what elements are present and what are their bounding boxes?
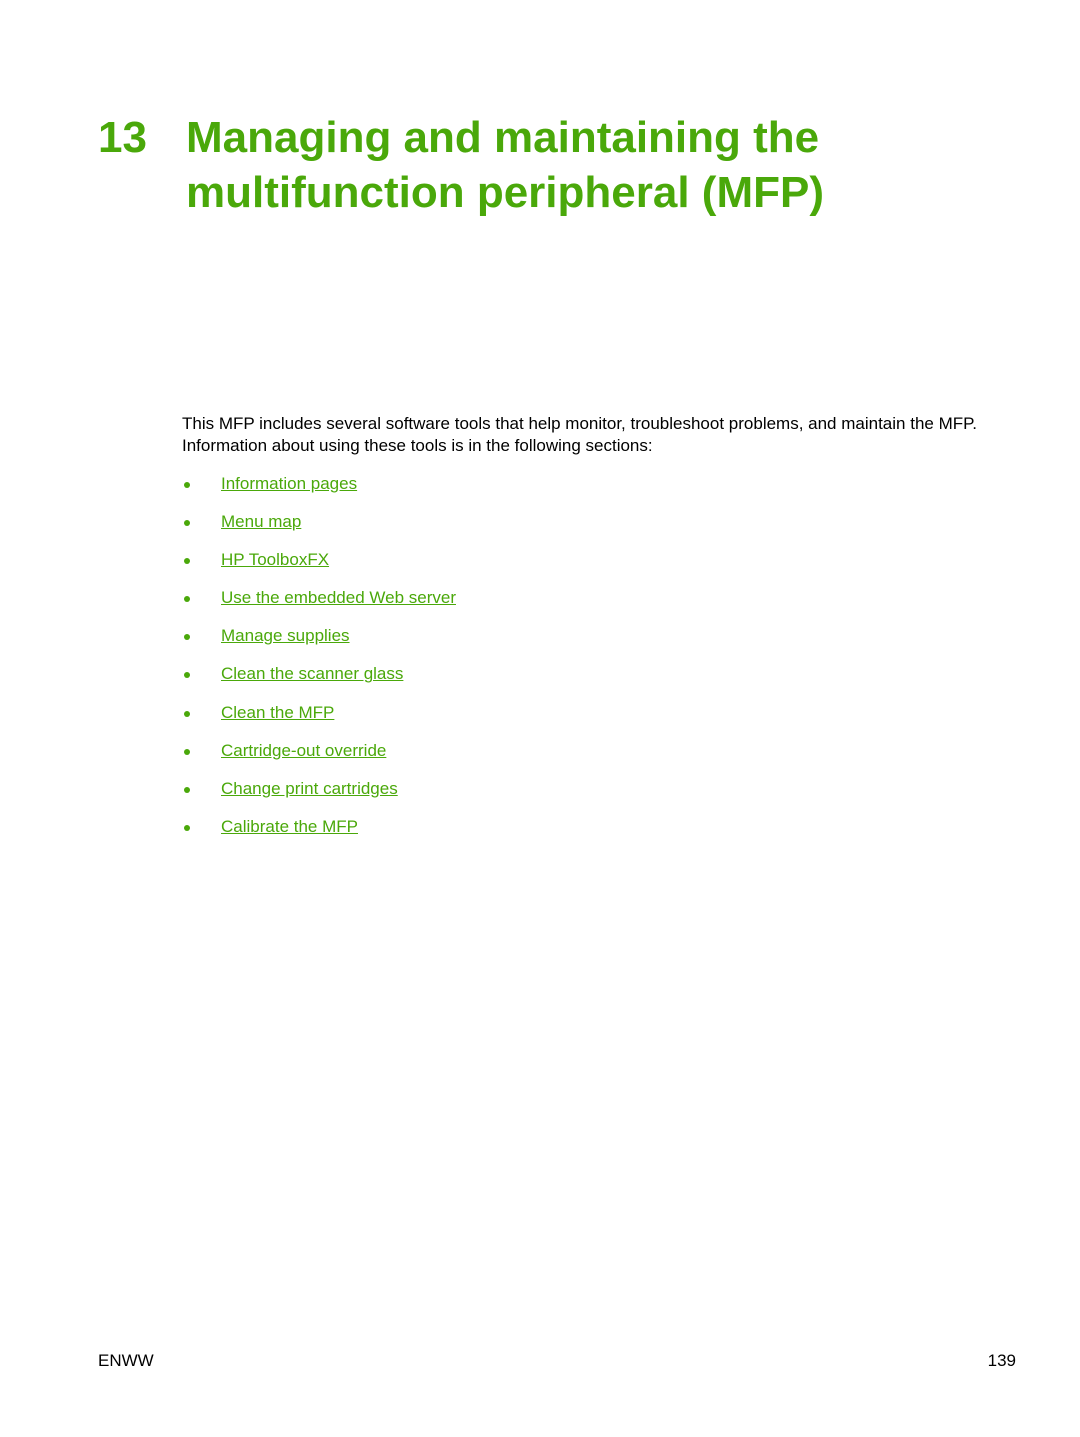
- bullet-icon: [184, 748, 190, 755]
- link-clean-the-mfp[interactable]: Clean the MFP: [221, 702, 334, 724]
- intro-paragraph: This MFP includes several software tools…: [182, 414, 977, 455]
- page-number: 139: [987, 1351, 1016, 1370]
- link-embedded-web-server[interactable]: Use the embedded Web server: [221, 587, 456, 609]
- bullet-icon: [184, 786, 190, 793]
- chapter-title: Managing and maintaining the multifuncti…: [186, 113, 824, 217]
- chapter-number: 13: [98, 113, 147, 162]
- link-cartridge-out-override[interactable]: Cartridge-out override: [221, 740, 386, 762]
- link-calibrate-the-mfp[interactable]: Calibrate the MFP: [221, 816, 358, 838]
- bullet-icon: [184, 824, 190, 831]
- bullet-icon: [184, 596, 190, 603]
- bullet-icon: [184, 710, 190, 717]
- link-information-pages[interactable]: Information pages: [221, 473, 357, 495]
- link-clean-scanner-glass[interactable]: Clean the scanner glass: [221, 663, 403, 685]
- bullet-icon: [184, 558, 190, 565]
- link-hp-toolboxfx[interactable]: HP ToolboxFX: [221, 549, 329, 571]
- link-menu-map[interactable]: Menu map: [221, 511, 301, 533]
- bullet-icon: [184, 482, 190, 488]
- link-change-print-cartridges[interactable]: Change print cartridges: [221, 778, 398, 800]
- bullet-icon: [184, 634, 190, 641]
- bullet-icon: [184, 672, 190, 679]
- footer-label: ENWW: [98, 1351, 154, 1370]
- bullet-icon: [184, 520, 190, 527]
- link-manage-supplies[interactable]: Manage supplies: [221, 625, 350, 647]
